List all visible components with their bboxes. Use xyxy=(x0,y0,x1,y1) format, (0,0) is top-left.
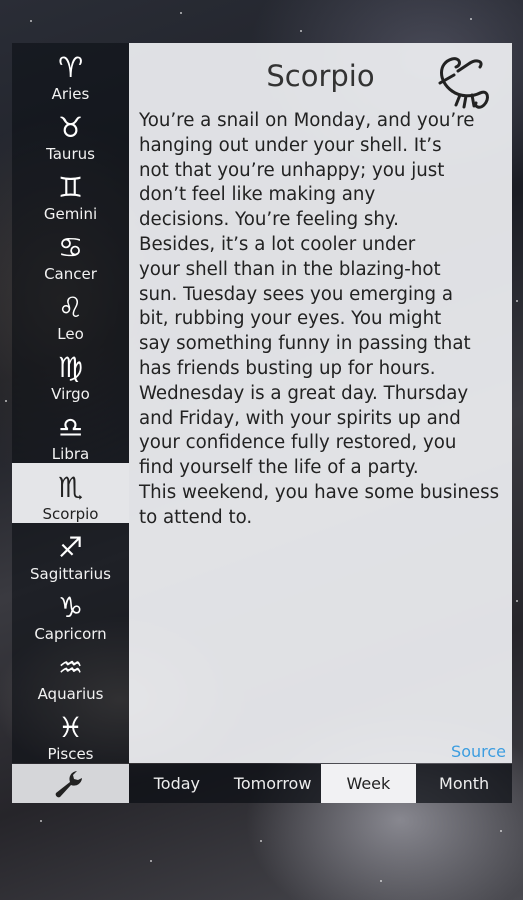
settings-button[interactable] xyxy=(12,764,129,803)
virgo-icon: ♍ xyxy=(57,351,84,384)
taurus-icon: ♉ xyxy=(57,111,84,144)
wrench-icon xyxy=(55,770,82,797)
sidebar-item-sagittarius[interactable]: ♐ Sagittarius xyxy=(12,523,129,584)
libra-icon: ♎ xyxy=(57,411,84,444)
sidebar-item-label: Aquarius xyxy=(37,685,104,703)
sidebar-item-label: Aries xyxy=(51,85,90,103)
tab-week[interactable]: Week xyxy=(320,764,417,803)
sidebar-item-pisces[interactable]: ♓ Pisces xyxy=(12,703,129,764)
sidebar-item-capricorn[interactable]: ♑ Capricorn xyxy=(12,583,129,644)
sidebar-item-aquarius[interactable]: ♒ Aquarius xyxy=(12,643,129,704)
tab-month[interactable]: Month xyxy=(416,764,512,803)
pisces-icon: ♓ xyxy=(57,711,84,744)
zodiac-sidebar: ♈ Aries ♉ Taurus ♊ Gemini ♋ Cancer ♌ Leo… xyxy=(12,43,129,763)
sidebar-item-label: Sagittarius xyxy=(29,565,111,583)
sidebar-item-gemini[interactable]: ♊ Gemini xyxy=(12,163,129,224)
sidebar-item-label: Leo xyxy=(57,325,84,343)
tab-tomorrow[interactable]: Tomorrow xyxy=(224,764,321,803)
leo-icon: ♌ xyxy=(57,291,84,324)
sidebar-item-scorpio[interactable]: ♏ Scorpio xyxy=(12,463,129,523)
sidebar-item-libra[interactable]: ♎ Libra xyxy=(12,403,129,464)
tab-today[interactable]: Today xyxy=(129,764,225,803)
sidebar-item-label: Libra xyxy=(51,445,90,463)
gemini-icon: ♊ xyxy=(57,171,84,204)
source-link[interactable]: Source xyxy=(451,742,506,761)
aquarius-icon: ♒ xyxy=(57,651,84,684)
scorpio-icon: ♏ xyxy=(57,471,84,504)
sidebar-item-label: Pisces xyxy=(47,745,94,763)
sidebar-item-taurus[interactable]: ♉ Taurus xyxy=(12,103,129,164)
horoscope-text: You’re a snail on Monday, and you’re han… xyxy=(139,110,500,528)
sidebar-item-label: Scorpio xyxy=(42,505,99,523)
capricorn-icon: ♑ xyxy=(57,591,84,624)
horoscope-panel: Scorpio You’re a snail on Monday, and yo… xyxy=(129,43,512,763)
sidebar-item-label: Taurus xyxy=(46,145,95,163)
sidebar-item-label: Capricorn xyxy=(34,625,107,643)
sidebar-item-cancer[interactable]: ♋ Cancer xyxy=(12,223,129,284)
period-tabs: Today Tomorrow Week Month xyxy=(129,764,512,803)
cancer-icon: ♋ xyxy=(57,231,84,264)
sidebar-item-label: Cancer xyxy=(44,265,97,283)
sidebar-item-label: Gemini xyxy=(43,205,98,223)
sidebar-item-aries[interactable]: ♈ Aries xyxy=(12,43,129,104)
sagittarius-icon: ♐ xyxy=(57,531,84,564)
aries-icon: ♈ xyxy=(57,51,84,84)
sidebar-item-virgo[interactable]: ♍ Virgo xyxy=(12,343,129,404)
scorpion-icon xyxy=(438,57,489,109)
sidebar-item-leo[interactable]: ♌ Leo xyxy=(12,283,129,344)
sidebar-item-label: Virgo xyxy=(51,385,90,403)
